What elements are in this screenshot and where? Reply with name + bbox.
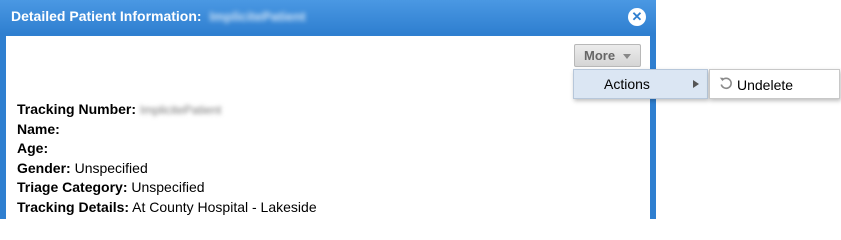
dialog-title: Detailed Patient Information: ImpliciteP…	[11, 8, 306, 24]
gender-label: Gender:	[17, 159, 71, 176]
dialog-title-label: Detailed Patient Information:	[11, 8, 202, 24]
undo-icon	[719, 77, 732, 90]
tracking-number-row: Tracking Number: ImplicitePatient	[17, 100, 317, 120]
triage-category-label: Triage Category:	[17, 179, 128, 195]
tracking-details-row: Tracking Details: At County Hospital - L…	[17, 198, 317, 218]
tracking-details-label: Tracking Details:	[17, 198, 130, 215]
more-button[interactable]: More	[574, 44, 641, 67]
triage-category-row: Triage Category: Unspecified	[17, 178, 317, 198]
chevron-right-icon	[693, 80, 699, 88]
menu-item-actions[interactable]: Actions	[573, 69, 708, 99]
dialog-titlebar: Detailed Patient Information: ImpliciteP…	[0, 0, 656, 34]
patient-details: Tracking Number: ImplicitePatient Name: …	[17, 100, 317, 217]
chevron-down-icon	[623, 54, 631, 59]
gender-row: Gender: Unspecified	[17, 159, 317, 179]
age-row: Age:	[17, 139, 317, 159]
undelete-label: Undelete	[737, 77, 794, 93]
name-label: Name:	[17, 120, 60, 137]
menu-item-undelete[interactable]: Undelete	[709, 69, 840, 99]
tracking-details-value: At County Hospital - Lakeside	[132, 198, 317, 215]
tracking-number-label: Tracking Number:	[17, 101, 137, 117]
dialog-content: More Tracking Number: ImplicitePatient N…	[6, 36, 650, 219]
close-icon[interactable]: ✕	[628, 8, 646, 26]
actions-label: Actions	[604, 76, 650, 92]
gender-value: Unspecified	[74, 159, 148, 176]
name-row: Name:	[17, 120, 317, 140]
age-label: Age:	[17, 140, 49, 156]
triage-category-value: Unspecified	[131, 179, 205, 195]
patient-info-dialog: Detailed Patient Information: ImpliciteP…	[0, 0, 656, 219]
dialog-title-patient-name: ImplicitePatient	[209, 9, 306, 24]
more-button-label: More	[584, 48, 616, 63]
tracking-number-value: ImplicitePatient	[139, 103, 222, 117]
